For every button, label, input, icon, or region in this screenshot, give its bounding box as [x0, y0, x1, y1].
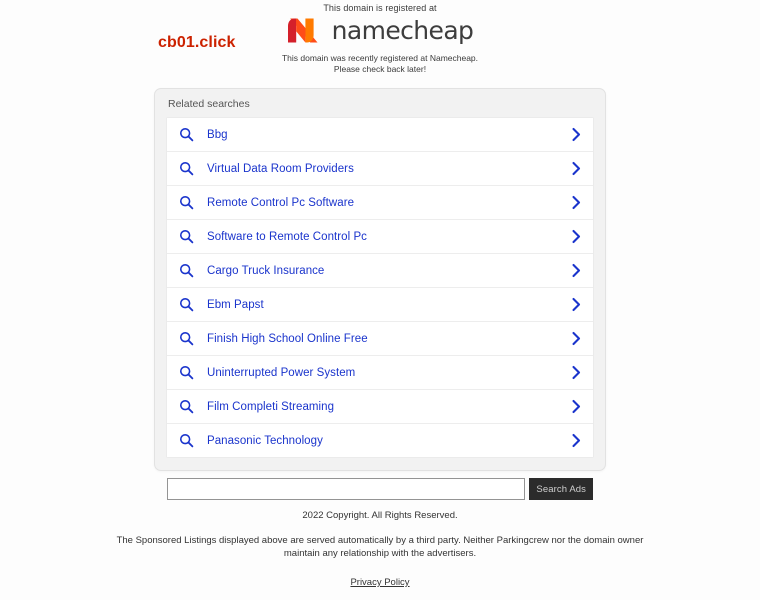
search-icon: [179, 127, 207, 142]
parked-domain-page: This domain is registered at namecheap T…: [0, 0, 760, 600]
chevron-right-icon[interactable]: [571, 229, 582, 244]
list-item-label: Virtual Data Room Providers: [207, 162, 354, 175]
list-item[interactable]: Ebm Papst: [167, 288, 593, 322]
list-item[interactable]: Virtual Data Room Providers: [167, 152, 593, 186]
search-icon: [179, 331, 207, 346]
chevron-right-icon[interactable]: [571, 127, 582, 142]
search-icon: [179, 263, 207, 278]
namecheap-n-mark-icon: [287, 17, 323, 44]
list-item-label: Bbg: [207, 128, 228, 141]
list-item[interactable]: Cargo Truck Insurance: [167, 254, 593, 288]
list-item-label: Cargo Truck Insurance: [207, 264, 325, 277]
notice-line-2: Please check back later!: [333, 63, 427, 74]
chevron-right-icon[interactable]: [571, 433, 582, 448]
list-item-label: Film Completi Streaming: [207, 400, 335, 413]
chevron-right-icon[interactable]: [571, 263, 582, 278]
list-item[interactable]: Panasonic Technology: [167, 424, 593, 457]
registration-notice: This domain was recently registered at N…: [0, 53, 760, 74]
chevron-right-icon[interactable]: [571, 297, 582, 312]
list-item-label: Remote Control Pc Software: [207, 196, 355, 209]
chevron-right-icon[interactable]: [571, 195, 582, 210]
namecheap-wordmark: namecheap: [331, 16, 474, 45]
copyright-text: 2022 Copyright. All Rights Reserved.: [302, 510, 458, 521]
search-input[interactable]: [167, 478, 526, 500]
list-item[interactable]: Software to Remote Control Pc: [167, 220, 593, 254]
search-icon: [179, 161, 207, 176]
search-icon: [179, 229, 207, 244]
chevron-right-icon[interactable]: [571, 399, 582, 414]
list-item-label: Uninterrupted Power System: [207, 366, 356, 379]
notice-line-1: This domain was recently registered at N…: [281, 53, 479, 63]
privacy-policy-link[interactable]: Privacy Policy: [350, 577, 409, 588]
related-searches-list: Bbg Virtual Data Room Providers Remote C…: [166, 117, 594, 458]
list-item[interactable]: Finish High School Online Free: [167, 322, 593, 356]
list-item-label: Software to Remote Control Pc: [207, 230, 367, 243]
namecheap-logo: namecheap: [0, 17, 760, 44]
list-item[interactable]: Bbg: [167, 118, 593, 152]
related-searches-title: Related searches: [168, 98, 250, 110]
domain-title: cb01.click: [158, 34, 236, 51]
list-item-label: Panasonic Technology: [207, 434, 323, 447]
chevron-right-icon[interactable]: [571, 161, 582, 176]
chevron-right-icon[interactable]: [571, 365, 582, 380]
search-ads-button[interactable]: Search Ads: [529, 478, 593, 500]
page-footer: 2022 Copyright. All Rights Reserved. The…: [0, 510, 760, 590]
list-item-label: Ebm Papst: [207, 298, 264, 311]
related-searches-panel: Related searches Bbg Virtual Data Room P…: [154, 88, 606, 471]
search-icon: [179, 433, 207, 448]
list-item[interactable]: Film Completi Streaming: [167, 390, 593, 424]
chevron-right-icon[interactable]: [571, 331, 582, 346]
list-item[interactable]: Remote Control Pc Software: [167, 186, 593, 220]
search-icon: [179, 399, 207, 414]
list-item[interactable]: Uninterrupted Power System: [167, 356, 593, 390]
registered-at-label: This domain is registered at: [323, 3, 437, 13]
list-item-label: Finish High School Online Free: [207, 332, 368, 345]
search-icon: [179, 195, 207, 210]
search-ads-bar: Search Ads: [167, 478, 593, 500]
page-header: This domain is registered at namecheap T…: [0, 0, 760, 80]
search-icon: [179, 297, 207, 312]
disclaimer-text: The Sponsored Listings displayed above a…: [116, 535, 644, 559]
search-icon: [179, 365, 207, 380]
